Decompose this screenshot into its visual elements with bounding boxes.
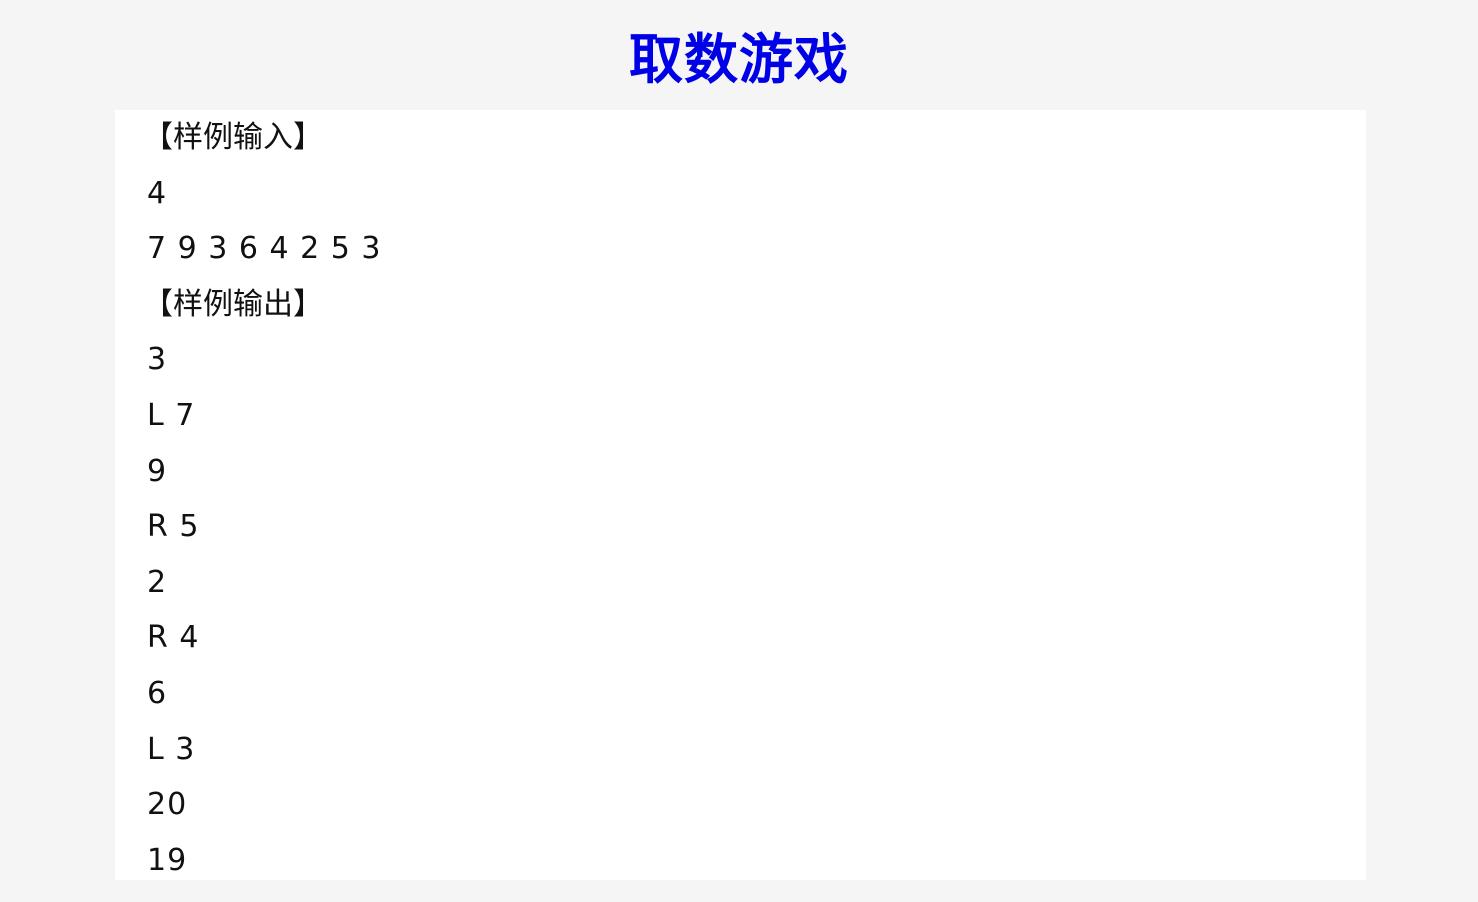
- text-line: 9: [147, 453, 168, 489]
- text-line: L 3: [147, 731, 196, 767]
- text-line: 4: [147, 175, 168, 211]
- text-line: 7 9 3 6 4 2 5 3: [147, 231, 382, 267]
- sample-input-heading: 【样例输入】: [143, 120, 323, 155]
- text-line: 3: [147, 342, 168, 378]
- sample-lines: 【样例输入】 4 7 9 3 6 4 2 5 3 【样例输出】 3 L 7 9 …: [143, 110, 382, 888]
- text-line: 2: [147, 564, 168, 600]
- text-line: R 4: [147, 620, 200, 656]
- text-line: L 7: [147, 397, 196, 433]
- text-line: 19: [147, 842, 188, 878]
- page-title: 取数游戏: [629, 28, 849, 91]
- text-line: 20: [147, 787, 188, 823]
- text-line: 6: [147, 675, 168, 711]
- text-line: R 5: [147, 509, 200, 545]
- sample-output-heading: 【样例输出】: [143, 286, 323, 322]
- content-panel: 【样例输入】 4 7 9 3 6 4 2 5 3 【样例输出】 3 L 7 9 …: [115, 110, 1366, 880]
